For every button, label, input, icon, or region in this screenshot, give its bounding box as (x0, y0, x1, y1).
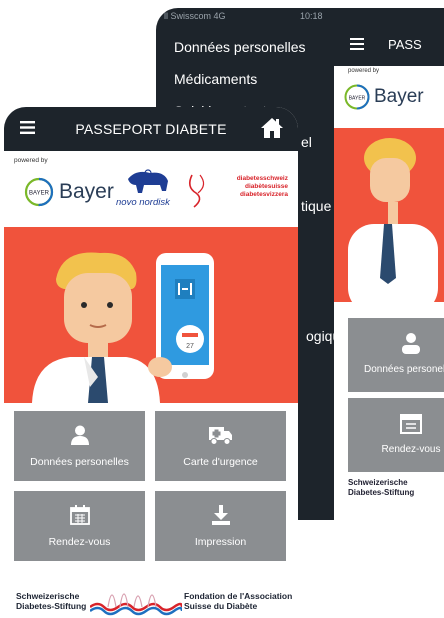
tile-label: Rendez-vous (48, 536, 111, 548)
apis-bull-icon (128, 169, 168, 193)
novo-nordisk-logo: novo nordisk (116, 169, 178, 213)
front-phone-screen: PASSEPORT DIABETE powered by BAYER Bayer… (4, 107, 298, 618)
svg-text:27: 27 (186, 343, 194, 350)
wave-logo-icon (90, 593, 182, 616)
tile-label: Données personelles (30, 456, 129, 468)
footer-logo-right: Fondation de l'Association Suisse du Dia… (184, 591, 292, 611)
home-icon[interactable] (260, 117, 284, 139)
carrier-label: ll Swisscom 4G (164, 11, 226, 21)
bayer-cross-icon: BAYER (344, 84, 370, 110)
bayer-name: Bayer (59, 180, 114, 203)
calendar-icon (400, 414, 422, 434)
footer-logo-left: Schweizerische Diabetes-Stiftung (348, 478, 414, 498)
app-title: PASSEPORT DIABETE (75, 121, 227, 137)
menu-fragment: tique (301, 198, 332, 214)
diabetes-logo: diabetesschweiz diabètesuisse diabetesvi… (182, 173, 290, 209)
footer-line: Schweizerische (348, 478, 408, 487)
footer-line: Schweizerische (16, 591, 80, 601)
powered-by-label: powered by (348, 68, 380, 74)
tile-rendez-vous[interactable]: Rendez-vous (348, 398, 444, 472)
tile-carte-urgence[interactable]: Carte d'urgence (155, 411, 286, 481)
back-app-bar: PASS (334, 26, 444, 66)
doctor-illustration (348, 138, 438, 302)
menu-fragment: el (301, 134, 312, 150)
hero-banner (334, 128, 444, 302)
bayer-cross-icon: BAYER (24, 177, 54, 207)
footer-line: Suisse du Diabète (184, 601, 258, 611)
tile-donnees-personelles[interactable]: Données personelles (14, 411, 145, 481)
tile-donnees-personelles[interactable]: Données personelles (348, 318, 444, 392)
back-app-panel: PASS powered by BAYER Bayer Données pers… (334, 26, 444, 520)
footer-line: Diabetes-Stiftung (348, 488, 415, 497)
svg-text:BAYER: BAYER (349, 96, 366, 102)
tile-impression[interactable]: Impression (155, 491, 286, 561)
app-bar: PASSEPORT DIABETE (4, 107, 298, 151)
menu-tiles: Données personelles Carte d'urgence Rend… (4, 403, 298, 567)
diabetes-line: diabètesuisse (245, 183, 288, 190)
menu-item-medicaments[interactable]: Médicaments (174, 68, 306, 100)
calendar-icon (69, 505, 90, 525)
tile-rendez-vous[interactable]: Rendez-vous (14, 491, 145, 561)
bayer-name: Bayer (374, 86, 424, 107)
footer-logos: Schweizerische Diabetes-Stiftung Fondati… (4, 581, 298, 618)
novo-nordisk-name: novo nordisk (116, 197, 170, 208)
menu-item-donnees[interactable]: Données personelles (174, 36, 306, 68)
hamburger-icon[interactable] (350, 38, 364, 50)
sponsor-logos: BAYER Bayer novo nordisk diabetesschweiz… (4, 165, 298, 223)
tile-label: Impression (194, 536, 247, 548)
footer-line: Fondation de l'Association (184, 591, 293, 601)
hero-banner: 27 (4, 227, 298, 403)
diabetes-line: diabetesvizzera (239, 191, 288, 198)
diabetes-name: diabetesschweiz diabètesuisse diabetesvi… (212, 175, 288, 199)
status-bar: ll Swisscom 4G 10:18 (164, 11, 444, 25)
powered-by-label: powered by (14, 157, 48, 164)
tile-label: Rendez-vous (381, 444, 441, 455)
ambulance-icon (208, 427, 232, 445)
tile-label: Carte d'urgence (183, 456, 258, 468)
footer-logo-left: Schweizerische Diabetes-Stiftung (16, 591, 86, 611)
back-app-title: PASS (388, 37, 422, 52)
doctor-phone-illustration: 27 (32, 252, 214, 403)
person-icon (70, 425, 89, 445)
bayer-logo: BAYER Bayer (344, 84, 424, 110)
person-icon (402, 333, 420, 354)
svg-text:BAYER: BAYER (29, 191, 50, 197)
footer-line: Diabetes-Stiftung (16, 601, 87, 611)
download-icon (211, 505, 230, 525)
bayer-logo: BAYER Bayer (24, 177, 114, 207)
ribbon-icon (188, 174, 205, 208)
tile-label: Données personelles (364, 364, 444, 375)
status-time: 10:18 (300, 11, 323, 21)
diabetes-line: diabetesschweiz (236, 175, 288, 182)
